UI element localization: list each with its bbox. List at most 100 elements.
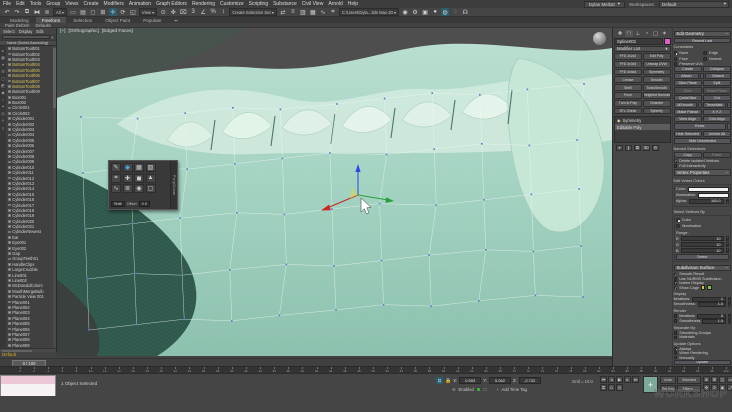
workspace-select[interactable]: Default ▾ bbox=[659, 0, 729, 8]
value-smoothness[interactable]: 1.0 bbox=[702, 318, 726, 324]
checkbox-full-interactivity[interactable] bbox=[673, 163, 678, 168]
remove-modifier-icon[interactable]: ⌦ bbox=[643, 144, 650, 151]
snap-toggle-icon[interactable]: 3 bbox=[189, 8, 197, 16]
update-button[interactable]: Update bbox=[673, 359, 731, 365]
modifier-button-chamfer[interactable]: Chamfer bbox=[642, 99, 671, 107]
auto-key-button[interactable]: Auto bbox=[660, 376, 676, 384]
checkbox-materials[interactable] bbox=[673, 335, 678, 340]
settings-button-attach[interactable] bbox=[700, 73, 705, 80]
select-and-manipulate-icon[interactable]: ✜ bbox=[169, 8, 177, 16]
viewport[interactable]: [+] [Orthographic] [Edged Faces] ✎ ◆ ▦ ▧… bbox=[57, 28, 612, 356]
render-icon[interactable]: ● bbox=[431, 8, 439, 16]
percent-snap-icon[interactable]: % bbox=[209, 8, 217, 16]
named-selection-set-dropdown[interactable]: Create Selection Set ▾ bbox=[229, 8, 277, 16]
select-by-name-icon[interactable]: ▤ bbox=[79, 8, 87, 16]
rollout-edit-geometry[interactable]: Edit Geometry − bbox=[673, 30, 731, 37]
spinner-smoothness[interactable] bbox=[728, 301, 731, 307]
modifier-button-turn-to-poly[interactable]: Turn to Poly bbox=[614, 99, 642, 107]
menu-create[interactable]: Create bbox=[84, 1, 99, 7]
material-editor-icon[interactable]: ◉ bbox=[401, 8, 409, 16]
checkbox-smoothness[interactable] bbox=[673, 319, 678, 324]
modifier-button-crease[interactable]: Crease bbox=[614, 76, 642, 84]
settings-button-msmooth[interactable] bbox=[697, 101, 702, 108]
explorer-vscrollbar[interactable] bbox=[53, 46, 56, 348]
button-attach[interactable]: Attach bbox=[673, 73, 700, 80]
button-make-planar[interactable]: Make Planar bbox=[673, 108, 702, 116]
redo-icon[interactable]: ↷ bbox=[13, 8, 21, 16]
ribbon-toggle-icon[interactable]: ▦ bbox=[309, 8, 317, 16]
menu-file[interactable]: File bbox=[3, 1, 11, 7]
select-all-icon[interactable]: ☰ bbox=[1, 69, 5, 74]
spinner-alpha[interactable] bbox=[725, 198, 729, 204]
rectangular-region-icon[interactable]: ◻ bbox=[89, 8, 97, 16]
select-and-scale-icon[interactable]: ◱ bbox=[129, 8, 137, 16]
bulb-icon[interactable]: ◉ bbox=[617, 118, 621, 123]
button-unhide-all[interactable]: Unhide All bbox=[702, 130, 731, 137]
modifier-button-smooth[interactable]: Smooth bbox=[642, 76, 671, 84]
menu-substance[interactable]: Substance bbox=[273, 1, 297, 7]
add-time-tag[interactable]: Add Time Tag bbox=[501, 387, 527, 392]
modifier-button-symmetry[interactable]: Symmetry bbox=[642, 68, 671, 76]
radio-face[interactable] bbox=[673, 56, 678, 61]
explorer-menu-select[interactable]: Select bbox=[3, 29, 15, 34]
button-x-y-z[interactable]: X Y Z bbox=[702, 108, 731, 116]
clear-search-icon[interactable]: ✕ bbox=[51, 35, 54, 40]
modifier-button-unwrap-uvw[interactable]: Unwrap UVW bbox=[642, 60, 671, 68]
button-view-align[interactable]: View Align bbox=[673, 116, 702, 123]
conform-icon[interactable]: ◆ bbox=[122, 163, 133, 172]
enabled-label[interactable]: Enabled bbox=[459, 387, 474, 392]
modifier-button-spherify[interactable]: Spherify bbox=[642, 107, 671, 115]
find-icon[interactable]: ⌖ bbox=[2, 62, 4, 67]
display-none-icon[interactable]: ▸ bbox=[2, 48, 4, 53]
polydraw-palette[interactable]: ✎ ◆ ▦ ▧ ⌗ ✚ ◼ ▲ ∿ ≣ ◉ ▢ Shift Offset 0.0 PolyDraw bbox=[108, 160, 178, 210]
surface-icon[interactable]: ◼ bbox=[134, 173, 144, 183]
select-invert-icon[interactable]: ◩ bbox=[1, 83, 5, 88]
menu-arnold[interactable]: Arnold bbox=[328, 1, 342, 7]
signin-user[interactable]: Dylan Mellott ▾ bbox=[583, 0, 626, 8]
display-tab[interactable]: ▢ bbox=[652, 30, 660, 37]
create-tab[interactable]: ✚ bbox=[616, 30, 624, 37]
color-row-swatch[interactable] bbox=[688, 187, 729, 192]
open-in-cloud-icon[interactable]: ◌ bbox=[451, 8, 459, 16]
hierarchy-tab[interactable]: ⊥ bbox=[634, 30, 642, 37]
ribbon-panel-defaults[interactable]: Defaults bbox=[35, 23, 50, 28]
optimize-icon[interactable]: ✚ bbox=[122, 173, 133, 183]
reference-coordinate-dropdown[interactable]: View ▾ bbox=[138, 8, 158, 16]
menu-scripting[interactable]: Scripting bbox=[249, 1, 268, 7]
undo-icon[interactable]: ↶ bbox=[3, 8, 11, 16]
menu-customize[interactable]: Customize bbox=[220, 1, 244, 7]
viewcube-icon[interactable] bbox=[593, 32, 606, 45]
motion-tab[interactable]: ◔ bbox=[643, 30, 651, 37]
z-coordinate-field[interactable]: -2.732 bbox=[518, 377, 541, 384]
viewport-menu-general[interactable]: [+] bbox=[60, 29, 65, 34]
button-create[interactable]: Create bbox=[673, 65, 702, 73]
modifier-button-weighted-normals[interactable]: Weighted Normals bbox=[642, 91, 671, 99]
spinner-snap-icon[interactable]: ↕ bbox=[219, 8, 227, 16]
modifier-button-stl-check[interactable]: STL Check bbox=[614, 107, 642, 115]
modify-tab[interactable]: ◠ bbox=[624, 30, 633, 37]
rollout-vertex-properties[interactable]: Vertex Properties − bbox=[673, 169, 731, 176]
filter-shapes-icon[interactable]: ○ bbox=[2, 97, 4, 102]
explorer-menu-display[interactable]: Display bbox=[19, 29, 33, 34]
offset-value[interactable]: 0.0 bbox=[138, 201, 150, 207]
checkbox-show-cage[interactable]: ✓ bbox=[673, 285, 677, 290]
listener-script-row[interactable] bbox=[1, 384, 55, 396]
show-end-result-icon[interactable]: ∥ bbox=[625, 144, 632, 151]
schematic-view-icon[interactable]: ⌗ bbox=[329, 8, 337, 16]
track-bar[interactable]: 0 2 4 6 8 10 12 14 16 18 20 22 24 26 28 30 32 34 36 38 40 42 4… bbox=[0, 366, 732, 373]
layer-manager-icon[interactable]: ▥ bbox=[299, 8, 307, 16]
step-build-icon[interactable]: ▦ bbox=[134, 163, 144, 172]
drag-icon[interactable]: ✎ bbox=[111, 163, 121, 172]
display-children-icon[interactable]: ▦ bbox=[1, 55, 5, 60]
select-button[interactable]: Select bbox=[676, 253, 729, 260]
maxscript-mini-listener[interactable] bbox=[0, 375, 56, 396]
selection-filter-dropdown[interactable]: All ▾ bbox=[53, 8, 67, 16]
radio-color[interactable] bbox=[676, 218, 680, 223]
select-and-link-icon[interactable]: ⧉ bbox=[23, 8, 31, 16]
x-coordinate-field[interactable]: 0.553 bbox=[459, 377, 482, 384]
modifier-button-ffd-4x4x4[interactable]: FFD 4x4x4 bbox=[614, 68, 642, 76]
modifier-button-edit-poly[interactable]: Edit Poly bbox=[642, 53, 671, 60]
select-none-icon[interactable]: ▢ bbox=[1, 76, 5, 81]
bind-to-space-warp-icon[interactable]: ≋ bbox=[43, 8, 51, 16]
listener-macro-row[interactable] bbox=[1, 376, 55, 384]
